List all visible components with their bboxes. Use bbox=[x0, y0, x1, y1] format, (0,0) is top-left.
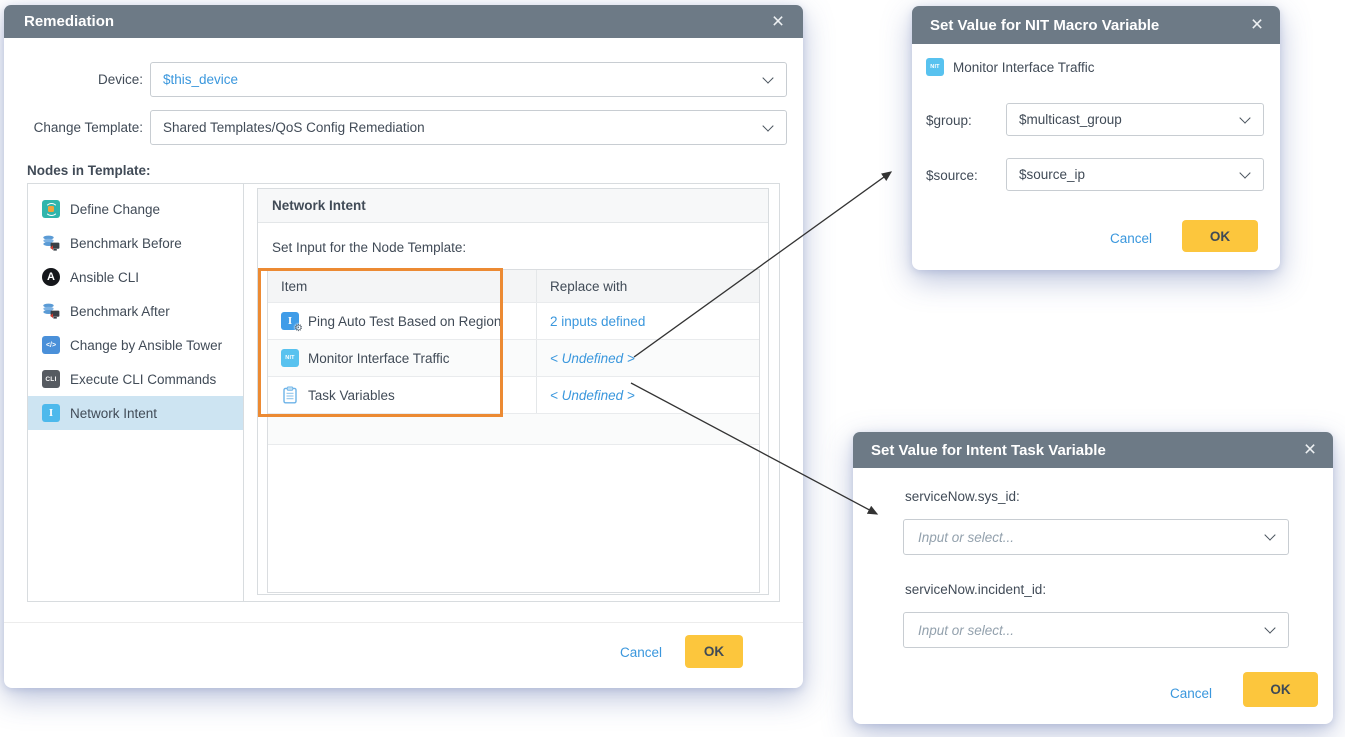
chevron-down-icon bbox=[1239, 112, 1250, 123]
device-select[interactable]: $this_device bbox=[150, 62, 787, 97]
sys-id-select[interactable]: Input or select... bbox=[903, 519, 1289, 555]
item-column-highlight bbox=[258, 268, 503, 417]
node-item-define-change[interactable]: Define Change bbox=[28, 192, 243, 226]
screen: Remediation × Device: $this_device Chang… bbox=[0, 0, 1345, 737]
dialog-title: Set Value for NIT Macro Variable bbox=[930, 17, 1159, 34]
panel-subtitle: Set Input for the Node Template: bbox=[272, 239, 466, 257]
source-select[interactable]: $source_ip bbox=[1006, 158, 1264, 191]
node-item-execute-cli-commands[interactable]: CLI Execute CLI Commands bbox=[28, 362, 243, 396]
node-item-ansible-cli[interactable]: A Ansible CLI bbox=[28, 260, 243, 294]
dialog-title: Remediation bbox=[24, 13, 114, 30]
node-label: Network Intent bbox=[70, 406, 157, 421]
chevron-down-icon bbox=[1264, 529, 1275, 540]
cli-icon: CLI bbox=[42, 370, 60, 388]
chevron-down-icon bbox=[762, 120, 773, 131]
panel-title: Network Intent bbox=[272, 198, 366, 213]
node-item-benchmark-before[interactable]: Benchmark Before bbox=[28, 226, 243, 260]
dialog-title: Set Value for Intent Task Variable bbox=[871, 442, 1106, 459]
node-label: Benchmark After bbox=[70, 304, 170, 319]
network-intent-icon: I bbox=[42, 404, 60, 422]
inputs-defined-link[interactable]: 2 inputs defined bbox=[550, 314, 645, 329]
group-select[interactable]: $multicast_group bbox=[1006, 103, 1264, 136]
footer-separator bbox=[4, 622, 803, 623]
node-label: Execute CLI Commands bbox=[70, 372, 216, 387]
incident-id-placeholder: Input or select... bbox=[918, 623, 1014, 638]
node-label: Define Change bbox=[70, 202, 160, 217]
cancel-button[interactable]: Cancel bbox=[1170, 686, 1212, 701]
sys-id-label: serviceNow.sys_id: bbox=[905, 488, 1020, 506]
ansible-tower-icon: </> bbox=[42, 336, 60, 354]
chevron-down-icon bbox=[762, 72, 773, 83]
ok-button[interactable]: OK bbox=[1182, 220, 1258, 252]
source-value: $source_ip bbox=[1019, 167, 1085, 182]
close-icon[interactable]: × bbox=[761, 5, 795, 38]
node-item-benchmark-after[interactable]: Benchmark After bbox=[28, 294, 243, 328]
benchmark-icon bbox=[42, 302, 60, 320]
node-label: Ansible CLI bbox=[70, 270, 139, 285]
nit-node-row: NIT Monitor Interface Traffic bbox=[926, 58, 1095, 76]
close-icon[interactable]: × bbox=[1293, 432, 1327, 468]
chevron-down-icon bbox=[1264, 622, 1275, 633]
device-label: Device: bbox=[4, 71, 143, 89]
ansible-icon: A bbox=[42, 268, 60, 286]
task-dialog-header: Set Value for Intent Task Variable × bbox=[853, 432, 1333, 468]
group-label: $group: bbox=[926, 112, 972, 130]
cancel-button[interactable]: Cancel bbox=[620, 645, 662, 660]
incident-id-label: serviceNow.incident_id: bbox=[905, 581, 1046, 599]
node-item-network-intent[interactable]: I Network Intent bbox=[28, 396, 243, 430]
nit-macro-variable-dialog: Set Value for NIT Macro Variable × NIT M… bbox=[912, 6, 1280, 270]
nit-node-label: Monitor Interface Traffic bbox=[953, 60, 1095, 75]
node-list: Define Change Benchmark Before bbox=[28, 184, 244, 601]
panel-header: Network Intent bbox=[258, 189, 768, 223]
cancel-button[interactable]: Cancel bbox=[1110, 231, 1152, 246]
device-value: $this_device bbox=[163, 72, 238, 87]
define-change-icon bbox=[42, 200, 60, 218]
incident-id-select[interactable]: Input or select... bbox=[903, 612, 1289, 648]
remediation-dialog-header: Remediation × bbox=[4, 5, 803, 38]
nit-dialog-header: Set Value for NIT Macro Variable × bbox=[912, 6, 1280, 44]
source-label: $source: bbox=[926, 167, 978, 185]
node-item-change-by-ansible-tower[interactable]: </> Change by Ansible Tower bbox=[28, 328, 243, 362]
table-empty-row bbox=[268, 414, 759, 445]
node-label: Benchmark Before bbox=[70, 236, 182, 251]
ok-button[interactable]: OK bbox=[685, 635, 743, 668]
ok-button[interactable]: OK bbox=[1243, 672, 1318, 707]
nit-icon: NIT bbox=[926, 58, 944, 76]
chevron-down-icon bbox=[1239, 167, 1250, 178]
column-header-replace-with: Replace with bbox=[536, 270, 759, 302]
intent-task-variable-dialog: Set Value for Intent Task Variable × ser… bbox=[853, 432, 1333, 724]
change-template-label: Change Template: bbox=[4, 119, 143, 137]
change-template-select[interactable]: Shared Templates/QoS Config Remediation bbox=[150, 110, 787, 145]
undefined-link[interactable]: < Undefined > bbox=[550, 388, 635, 403]
benchmark-icon bbox=[42, 234, 60, 252]
group-value: $multicast_group bbox=[1019, 112, 1122, 127]
nodes-in-template-label: Nodes in Template: bbox=[27, 162, 151, 180]
sys-id-placeholder: Input or select... bbox=[918, 530, 1014, 545]
node-label: Change by Ansible Tower bbox=[70, 338, 222, 353]
undefined-link[interactable]: < Undefined > bbox=[550, 351, 635, 366]
change-template-value: Shared Templates/QoS Config Remediation bbox=[163, 120, 425, 135]
close-icon[interactable]: × bbox=[1240, 6, 1274, 44]
remediation-dialog: Remediation × Device: $this_device Chang… bbox=[4, 5, 803, 688]
